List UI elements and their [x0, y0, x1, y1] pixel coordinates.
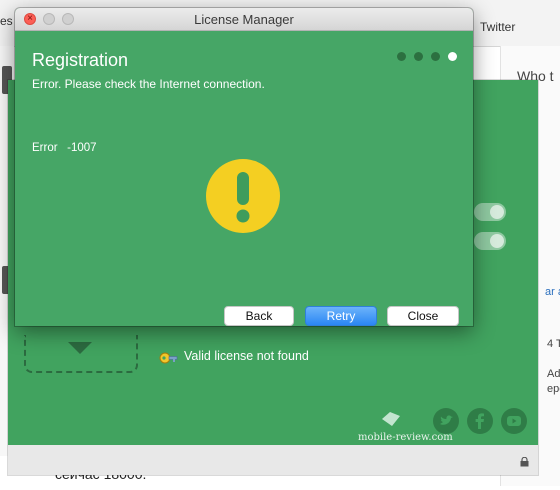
window-title: License Manager — [194, 12, 294, 27]
app-status-strip — [8, 445, 538, 475]
license-status-row: Valid license not found — [158, 346, 309, 366]
sidebar-text-partial: 4 T — [547, 338, 560, 350]
dialog-titlebar[interactable]: × License Manager — [15, 8, 473, 31]
key-icon — [159, 352, 178, 364]
sidebar-link-partial[interactable]: ar a — [545, 286, 560, 298]
browser-tab-twitter[interactable]: Twitter — [480, 20, 515, 34]
registration-heading: Registration — [32, 50, 129, 70]
toggle-switch[interactable] — [474, 232, 506, 250]
retry-button[interactable]: Retry — [305, 306, 377, 326]
watermark-logo-icon — [382, 412, 400, 426]
toggle-switch[interactable] — [474, 203, 506, 221]
sidebar-text-partial: Ad — [547, 368, 560, 380]
drop-arrow-icon — [68, 342, 92, 354]
browser-tab-partial[interactable]: es — [0, 14, 13, 28]
toggle-knob — [490, 205, 504, 219]
drop-zone[interactable] — [24, 335, 138, 373]
youtube-icon[interactable] — [501, 408, 527, 434]
step-indicator — [397, 52, 457, 61]
license-manager-dialog: × License Manager Registration Error. Pl… — [15, 8, 473, 326]
lock-icon[interactable] — [520, 457, 529, 467]
warning-icon — [206, 159, 280, 233]
step-dot — [414, 52, 423, 61]
license-status-text: Valid license not found — [184, 349, 309, 363]
step-dot-active — [448, 52, 457, 61]
twitter-icon[interactable] — [433, 408, 459, 434]
close-button[interactable]: Close — [387, 306, 459, 326]
error-code: Error -1007 — [32, 142, 97, 154]
back-button[interactable]: Back — [224, 306, 294, 326]
sidebar-text-partial: epe — [547, 383, 560, 395]
toggle-knob — [490, 234, 504, 248]
facebook-icon[interactable] — [467, 408, 493, 434]
step-dot — [431, 52, 440, 61]
step-dot — [397, 52, 406, 61]
error-message: Error. Please check the Internet connect… — [32, 77, 265, 91]
